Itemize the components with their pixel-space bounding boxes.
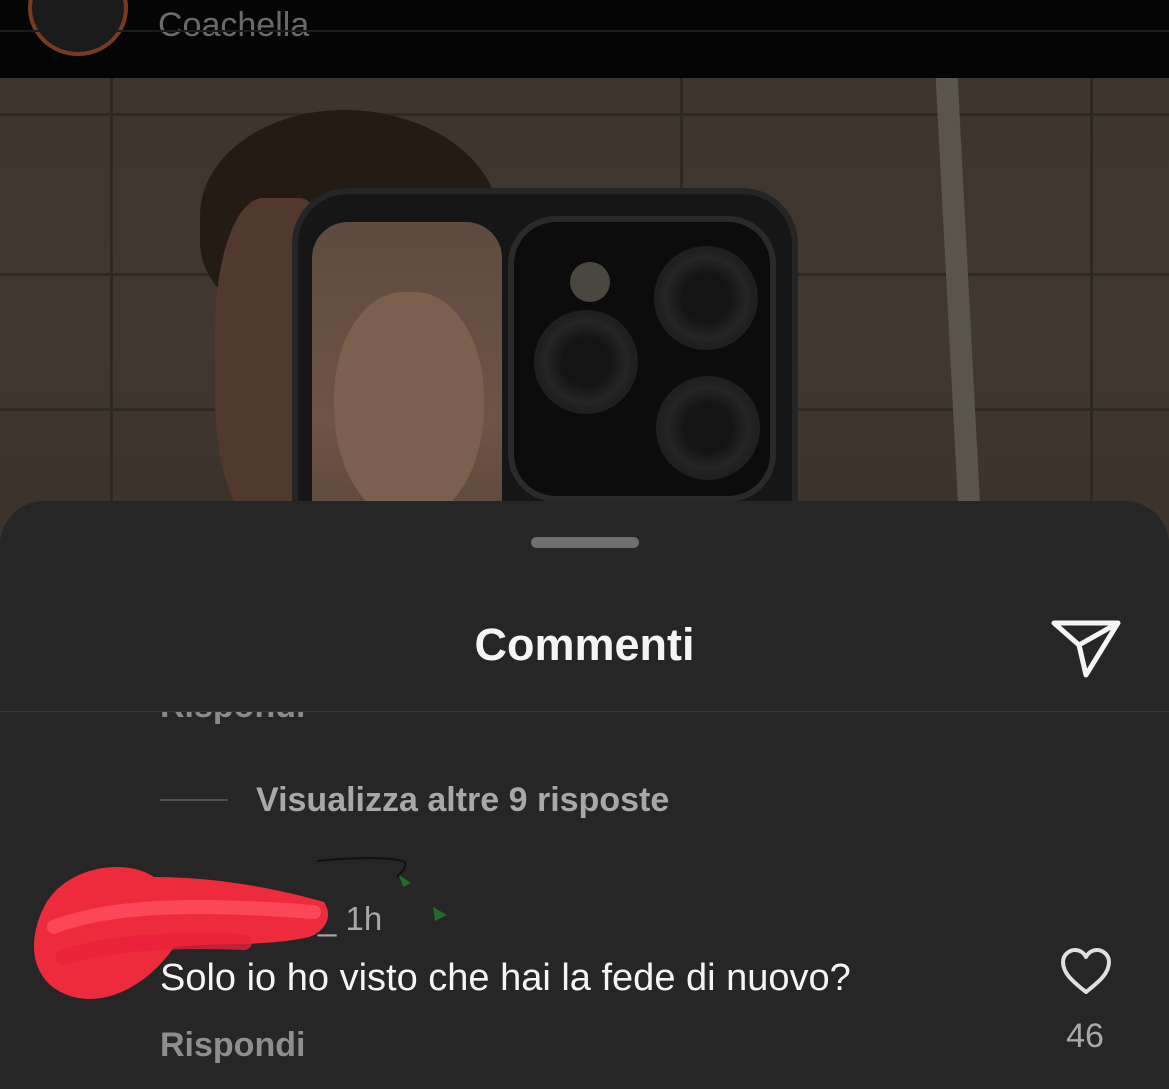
post-photo[interactable] — [0, 78, 1169, 548]
camera-lens — [654, 246, 758, 350]
camera-lens — [534, 310, 638, 414]
comments-sheet: Commenti Rispondi Visualizza altre 9 ris… — [0, 501, 1169, 1089]
comment-meta: _ 1h — [318, 900, 382, 938]
wall-tile-line — [0, 113, 1169, 116]
post-author-avatar[interactable] — [28, 0, 128, 56]
comment-time: 1h — [345, 900, 383, 937]
view-more-replies-label: Visualizza altre 9 risposte — [256, 781, 670, 819]
like-button[interactable] — [1060, 948, 1112, 996]
like-count: 46 — [1066, 1017, 1104, 1055]
paper-plane-icon — [1051, 620, 1121, 678]
sticker-face — [334, 292, 484, 522]
reply-button[interactable]: Rispondi — [160, 1025, 305, 1065]
sheet-title: Commenti — [474, 619, 695, 670]
comment-list[interactable]: Rispondi Visualizza altre 9 risposte _ 1… — [0, 712, 1169, 1089]
smartphone — [292, 188, 798, 548]
view-more-replies-button[interactable]: Visualizza altre 9 risposte — [160, 780, 669, 820]
phone-case-photo — [312, 222, 502, 548]
comment-username[interactable]: _ — [318, 900, 336, 937]
previous-reply-button[interactable]: Rispondi — [160, 712, 305, 723]
camera-module — [508, 216, 776, 502]
sheet-drag-handle[interactable] — [531, 537, 639, 548]
heart-outline-icon — [1061, 948, 1111, 994]
wall-tile-line — [1090, 78, 1093, 548]
share-button[interactable] — [1046, 607, 1126, 683]
camera-lens — [656, 376, 760, 480]
background-pole — [935, 78, 983, 548]
post-header: Coachella — [0, 0, 1169, 78]
wall-tile-line — [110, 78, 113, 548]
post-author-username[interactable]: Coachella — [158, 8, 309, 42]
camera-flash — [570, 262, 610, 302]
header-divider — [0, 30, 1169, 32]
comment-text: Solo io ho visto che hai la fede di nuov… — [160, 957, 851, 999]
instagram-post-screen: Coachella Commenti Visualizza altre 9 ri… — [0, 0, 1169, 1089]
replies-divider-line — [160, 799, 228, 801]
